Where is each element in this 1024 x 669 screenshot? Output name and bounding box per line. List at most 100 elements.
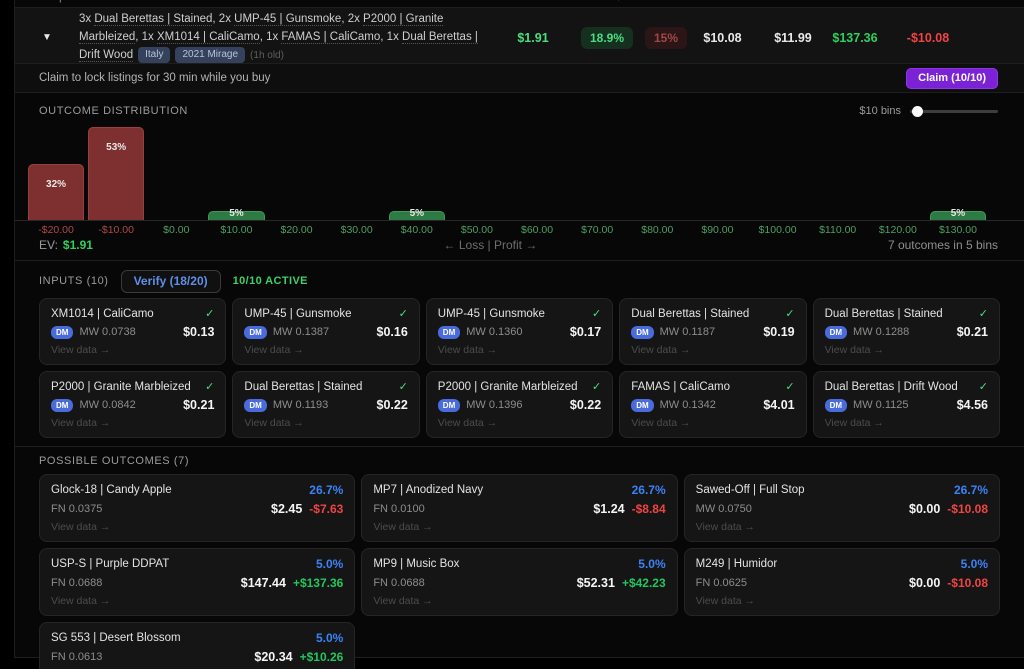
listing-item-name: XM1014 | CaliCamo xyxy=(157,31,260,44)
profit-value: $1.91 xyxy=(497,31,569,45)
view-data-link[interactable]: View data → xyxy=(51,595,110,607)
input-skin-card[interactable]: P2000 | Granite Marbleized ✓ DM MW 0.084… xyxy=(39,371,226,438)
view-data-link[interactable]: View data → xyxy=(696,521,755,533)
verify-button[interactable]: Verify (18/20) xyxy=(121,270,221,293)
input-skin-card[interactable]: Dual Berettas | Stained ✓ DM MW 0.1288 $… xyxy=(813,298,1000,365)
inputs-section: INPUTS (10) Verify (18/20) 10/10 ACTIVE … xyxy=(15,261,1024,447)
x-tick-label: -$20.00 xyxy=(38,224,74,236)
outcome-price: $0.00 xyxy=(909,502,940,516)
verified-check-icon: ✓ xyxy=(205,307,214,320)
market-dm-badge: DM xyxy=(438,399,460,412)
claim-message: Claim to lock listings for 30 min while … xyxy=(39,72,270,84)
histogram-bar[interactable]: 5% xyxy=(930,211,986,220)
col-chance[interactable]: Chance xyxy=(645,0,685,3)
outcome-wear-value: MW 0.0750 xyxy=(696,503,752,515)
outcome-profit-delta: +$10.26 xyxy=(300,650,344,664)
expand-listing-icon[interactable]: ▼ xyxy=(15,32,79,43)
outcome-skin-card[interactable]: Sawed-Off | Full Stop 26.7% MW 0.0750 $0… xyxy=(684,474,1000,542)
col-worst[interactable]: Worst xyxy=(884,0,972,3)
input-skin-card[interactable]: Dual Berettas | Drift Wood ✓ DM MW 0.112… xyxy=(813,371,1000,438)
col-roi[interactable]: ROI ↑ xyxy=(569,0,645,3)
input-price: $4.01 xyxy=(763,398,794,412)
view-data-link[interactable]: View data → xyxy=(51,417,110,429)
input-skin-card[interactable]: UMP-45 | Gunsmoke ✓ DM MW 0.1387 $0.16 V… xyxy=(232,298,419,365)
outcome-skin-card[interactable]: M249 | Humidor 5.0% FN 0.0625 $0.00 -$10… xyxy=(684,548,1000,616)
outcome-skin-card[interactable]: MP7 | Anodized Navy 26.7% FN 0.0100 $1.2… xyxy=(361,474,677,542)
col-inputs: Inputs xyxy=(15,0,497,3)
outcome-skin-card[interactable]: Glock-18 | Candy Apple 26.7% FN 0.0375 $… xyxy=(39,474,355,542)
view-data-link[interactable]: View data → xyxy=(696,595,755,607)
bar-percent-label: 5% xyxy=(410,208,424,219)
histogram-bar[interactable]: 5% xyxy=(208,211,264,220)
x-axis: -$20.00-$10.00$0.00$10.00$20.00$30.00$40… xyxy=(26,221,988,236)
col-ev[interactable]: EV xyxy=(760,0,826,3)
col-cost[interactable]: Cost xyxy=(685,0,760,3)
market-dm-badge: DM xyxy=(51,326,73,339)
x-tick-label: $60.00 xyxy=(521,224,553,236)
listing-age-label: (1h old) xyxy=(250,50,284,61)
view-data-link[interactable]: View data → xyxy=(825,344,884,356)
input-price: $0.13 xyxy=(183,325,214,339)
listing-item-name: Dual Berettas | Stained xyxy=(94,13,212,26)
input-skin-card[interactable]: Dual Berettas | Stained ✓ DM MW 0.1187 $… xyxy=(619,298,806,365)
tradeup-listing-row[interactable]: ▼ 3x Dual Berettas | Stained, 2x UMP-45 … xyxy=(15,8,1024,64)
claim-button[interactable]: Claim (10/10) xyxy=(906,68,998,89)
outcome-wear-value: FN 0.0688 xyxy=(373,577,424,589)
x-tick-label: -$10.00 xyxy=(98,224,134,236)
chance-value: 15% xyxy=(645,27,687,49)
collection-badge: Italy xyxy=(138,47,170,63)
verified-check-icon: ✓ xyxy=(979,380,988,393)
listing-item-qty: , 1x xyxy=(260,31,282,43)
bins-slider-knob[interactable] xyxy=(912,106,923,117)
verified-check-icon: ✓ xyxy=(785,380,794,393)
outcome-profit-delta: -$8.84 xyxy=(632,502,666,516)
view-data-link[interactable]: View data → xyxy=(373,595,432,607)
input-skin-card[interactable]: XM1014 | CaliCamo ✓ DM MW 0.0738 $0.13 V… xyxy=(39,298,226,365)
view-data-link[interactable]: View data → xyxy=(244,344,303,356)
claim-bar: Claim to lock listings for 30 min while … xyxy=(15,64,1024,93)
input-skin-name: Dual Berettas | Stained xyxy=(825,308,943,320)
view-data-link[interactable]: View data → xyxy=(631,417,690,429)
outcome-price: $147.44 xyxy=(241,576,286,590)
bins-slider-track[interactable] xyxy=(910,110,998,113)
x-tick-label: $90.00 xyxy=(701,224,733,236)
ev-footer-value: $1.91 xyxy=(63,238,93,252)
view-data-link[interactable]: View data → xyxy=(631,344,690,356)
input-wear-value: MW 0.1342 xyxy=(660,399,716,411)
histogram-bar[interactable]: 32% xyxy=(28,164,84,220)
col-best[interactable]: Best xyxy=(826,0,884,3)
x-tick-label: $80.00 xyxy=(641,224,673,236)
input-skin-name: Dual Berettas | Stained xyxy=(244,381,362,393)
view-data-link[interactable]: View data → xyxy=(373,521,432,533)
input-wear-value: MW 0.1396 xyxy=(466,399,522,411)
verified-check-icon: ✓ xyxy=(592,307,601,320)
view-data-link[interactable]: View data → xyxy=(244,417,303,429)
view-data-link[interactable]: View data → xyxy=(438,344,497,356)
outcome-skin-card[interactable]: USP-S | Purple DDPAT 5.0% FN 0.0688 $147… xyxy=(39,548,355,616)
outcome-skin-card[interactable]: SG 553 | Desert Blossom 5.0% FN 0.0613 $… xyxy=(39,622,355,669)
outcomes-grid: Glock-18 | Candy Apple 26.7% FN 0.0375 $… xyxy=(39,474,1000,669)
histogram-bar[interactable]: 5% xyxy=(389,211,445,220)
input-skin-name: Dual Berettas | Drift Wood xyxy=(825,381,958,393)
x-axis-row: -$20.00-$10.00$0.00$10.00$20.00$30.00$40… xyxy=(15,221,1024,236)
outcome-wear-value: FN 0.0625 xyxy=(696,577,747,589)
input-skin-card[interactable]: FAMAS | CaliCamo ✓ DM MW 0.1342 $4.01 Vi… xyxy=(619,371,806,438)
histogram-bar[interactable]: 53% xyxy=(88,127,144,220)
input-skin-card[interactable]: P2000 | Granite Marbleized ✓ DM MW 0.139… xyxy=(426,371,613,438)
col-profit[interactable]: Profit xyxy=(497,0,569,3)
verified-check-icon: ✓ xyxy=(205,380,214,393)
input-price: $0.17 xyxy=(570,325,601,339)
input-skin-card[interactable]: Dual Berettas | Stained ✓ DM MW 0.1193 $… xyxy=(232,371,419,438)
outcome-price: $1.24 xyxy=(593,502,624,516)
view-data-link[interactable]: View data → xyxy=(438,417,497,429)
roi-value: 18.9% xyxy=(581,27,633,49)
outcome-chance: 26.7% xyxy=(309,483,343,497)
view-data-link[interactable]: View data → xyxy=(51,344,110,356)
input-skin-card[interactable]: UMP-45 | Gunsmoke ✓ DM MW 0.1360 $0.17 V… xyxy=(426,298,613,365)
view-data-link[interactable]: View data → xyxy=(51,521,110,533)
market-dm-badge: DM xyxy=(631,399,653,412)
view-data-link[interactable]: View data → xyxy=(825,417,884,429)
cost-value: $10.08 xyxy=(685,31,760,45)
input-skin-name: XM1014 | CaliCamo xyxy=(51,308,154,320)
outcome-skin-card[interactable]: MP9 | Music Box 5.0% FN 0.0688 $52.31 +$… xyxy=(361,548,677,616)
